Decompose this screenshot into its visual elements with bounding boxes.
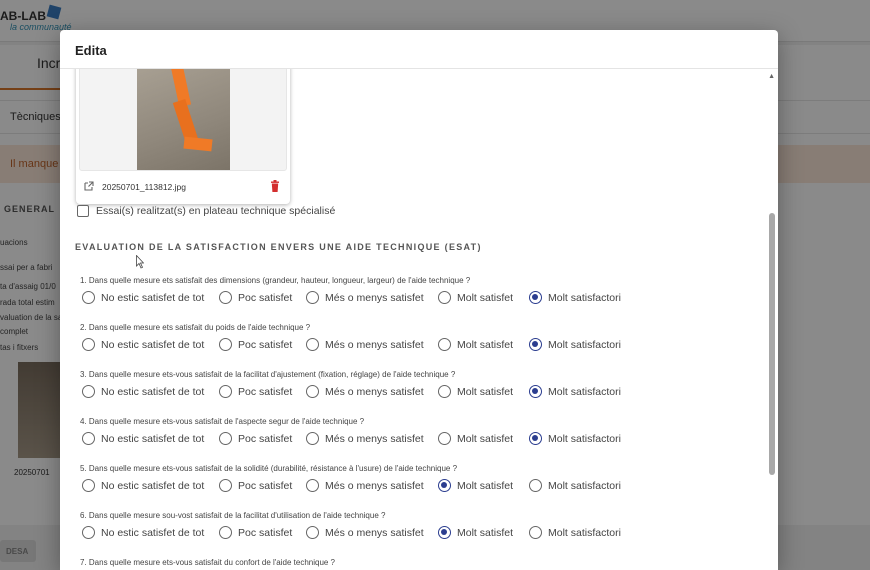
rating-label: Més o menys satisfet — [325, 292, 424, 304]
question-options: No estic satisfet de tot Poc satisfet Més … — [82, 479, 742, 493]
delete-trash-icon[interactable] — [270, 180, 280, 192]
question-options: No estic satisfet de tot Poc satisfet Més … — [82, 385, 742, 399]
question-options: No estic satisfet de tot Poc satisfet Més … — [82, 338, 742, 352]
rating-radio[interactable] — [438, 526, 451, 539]
rating-label: Molt satisfactori — [548, 339, 621, 351]
rating-label: Molt satisfet — [457, 527, 514, 539]
rating-radio[interactable] — [438, 291, 451, 304]
question-text: 3. Dans quelle mesure ets-vous satisfait… — [80, 370, 456, 379]
question-options: No estic satisfet de tot Poc satisfet Més … — [82, 432, 742, 446]
rating-label: Poc satisfet — [238, 386, 293, 398]
question-options: No estic satisfet de tot Poc satisfet Més … — [82, 526, 742, 540]
rating-label: Molt satisfactori — [548, 292, 621, 304]
rating-radio[interactable] — [82, 385, 95, 398]
rating-radio[interactable] — [306, 385, 319, 398]
rating-label: No estic satisfet de tot — [101, 339, 205, 351]
scroll-up-arrow-icon[interactable]: ▲ — [768, 73, 775, 80]
rating-label: Molt satisfactori — [548, 433, 621, 445]
rating-label: No estic satisfet de tot — [101, 433, 205, 445]
rating-radio[interactable] — [219, 479, 232, 492]
rating-label: Molt satisfet — [457, 480, 514, 492]
rating-radio[interactable] — [219, 526, 232, 539]
rating-radio[interactable] — [529, 338, 542, 351]
rating-radio[interactable] — [529, 526, 542, 539]
mouse-cursor-icon — [136, 255, 144, 269]
esat-section-title: EVALUATION DE LA SATISFACTION ENVERS UNE… — [75, 242, 482, 252]
edit-dialog: Edita ▲ 20250701_113812.jpg Essai(s) rea… — [60, 30, 778, 570]
rating-label: Molt satisfactori — [548, 480, 621, 492]
rating-radio[interactable] — [438, 338, 451, 351]
rating-radio[interactable] — [306, 338, 319, 351]
rating-radio[interactable] — [82, 291, 95, 304]
rating-radio[interactable] — [306, 526, 319, 539]
rating-radio[interactable] — [219, 291, 232, 304]
rating-radio[interactable] — [82, 526, 95, 539]
rating-label: Molt satisfet — [457, 386, 514, 398]
rating-label: No estic satisfet de tot — [101, 386, 205, 398]
dialog-title: Edita — [60, 30, 778, 69]
plateau-technique-label: Essai(s) realitzat(s) en plateau techniq… — [96, 205, 336, 217]
rating-radio[interactable] — [82, 479, 95, 492]
rating-radio[interactable] — [306, 291, 319, 304]
rating-label: Molt satisfactori — [548, 386, 621, 398]
rating-label: Molt satisfet — [457, 292, 514, 304]
rating-radio[interactable] — [306, 432, 319, 445]
plateau-technique-checkbox[interactable] — [77, 205, 89, 217]
rating-label: Poc satisfet — [238, 339, 293, 351]
rating-label: Molt satisfet — [457, 433, 514, 445]
dialog-body: ▲ 20250701_113812.jpg Essai(s) realitzat… — [60, 69, 778, 570]
rating-radio[interactable] — [82, 338, 95, 351]
attachment-card: 20250701_113812.jpg — [76, 69, 290, 204]
rating-label: Poc satisfet — [238, 480, 293, 492]
rating-radio[interactable] — [438, 479, 451, 492]
question-text: 7. Dans quelle mesure ets-vous satisfait… — [80, 558, 336, 567]
rating-label: Poc satisfet — [238, 433, 293, 445]
rating-radio[interactable] — [529, 291, 542, 304]
rating-radio[interactable] — [219, 338, 232, 351]
attachment-preview[interactable] — [79, 69, 287, 171]
rating-label: Més o menys satisfet — [325, 527, 424, 539]
rating-radio[interactable] — [529, 479, 542, 492]
question-text: 1. Dans quelle mesure ets satisfait des … — [80, 276, 471, 285]
rating-radio[interactable] — [529, 432, 542, 445]
rating-label: Poc satisfet — [238, 527, 293, 539]
rating-radio[interactable] — [82, 432, 95, 445]
rating-label: Més o menys satisfet — [325, 433, 424, 445]
rating-label: Més o menys satisfet — [325, 339, 424, 351]
question-text: 5. Dans quelle mesure ets-vous satisfait… — [80, 464, 458, 473]
rating-label: Més o menys satisfet — [325, 386, 424, 398]
rating-label: No estic satisfet de tot — [101, 480, 205, 492]
open-external-icon[interactable] — [84, 181, 94, 191]
rating-label: Poc satisfet — [238, 292, 293, 304]
rating-radio[interactable] — [529, 385, 542, 398]
scrollbar-thumb[interactable] — [769, 213, 775, 475]
rating-radio[interactable] — [219, 385, 232, 398]
rating-radio[interactable] — [306, 479, 319, 492]
rating-radio[interactable] — [219, 432, 232, 445]
rating-label: Molt satisfactori — [548, 527, 621, 539]
rating-radio[interactable] — [438, 385, 451, 398]
rating-label: No estic satisfet de tot — [101, 292, 205, 304]
rating-label: Més o menys satisfet — [325, 480, 424, 492]
question-text: 4. Dans quelle mesure ets-vous satisfait… — [80, 417, 365, 426]
attachment-file-name[interactable]: 20250701_113812.jpg — [102, 182, 186, 192]
rating-label: Molt satisfet — [457, 339, 514, 351]
question-text: 2. Dans quelle mesure ets satisfait du p… — [80, 323, 311, 332]
question-text: 6. Dans quelle mesure sou-vost satisfait… — [80, 511, 386, 520]
rating-radio[interactable] — [438, 432, 451, 445]
question-options: No estic satisfet de tot Poc satisfet Més … — [82, 291, 742, 305]
rating-label: No estic satisfet de tot — [101, 527, 205, 539]
attachment-photo — [137, 69, 230, 170]
attachment-file-row: 20250701_113812.jpg — [84, 180, 284, 195]
